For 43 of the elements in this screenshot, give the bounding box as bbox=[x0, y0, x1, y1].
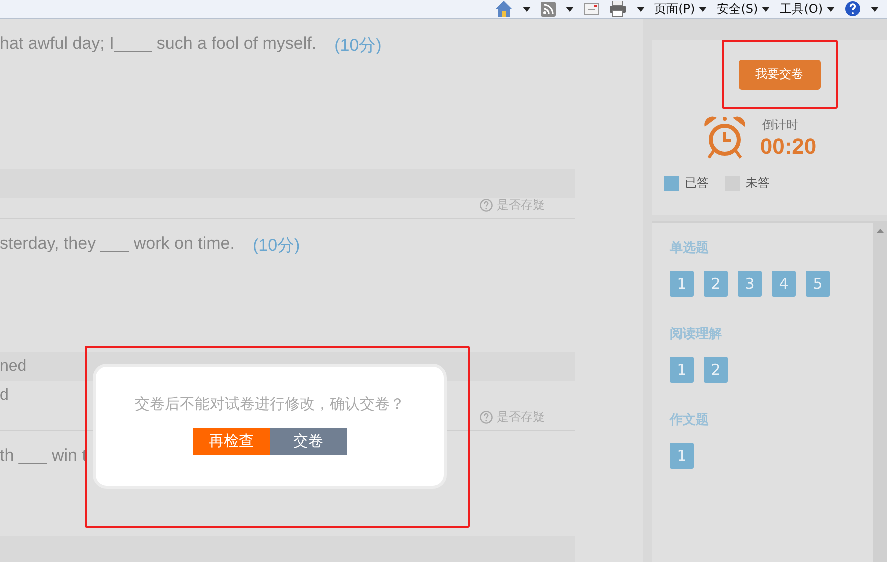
dialog-button[interactable]: 再检查 bbox=[193, 428, 270, 455]
caret-icon[interactable] bbox=[827, 6, 835, 12]
caret-icon[interactable] bbox=[762, 6, 770, 12]
question-score: (10分) bbox=[252, 235, 300, 257]
question-number-button[interactable]: 1 bbox=[670, 271, 694, 297]
section-title: 作文题 bbox=[670, 412, 710, 429]
toolbar-menu[interactable]: 工具(O) bbox=[780, 0, 835, 18]
help-icon[interactable] bbox=[845, 1, 861, 17]
feed-icon[interactable] bbox=[540, 2, 556, 16]
question-number-button[interactable]: 4 bbox=[772, 271, 796, 297]
section-title: 单选题 bbox=[670, 240, 710, 257]
option-text: ned bbox=[0, 358, 27, 376]
legend-label: 未答 bbox=[746, 175, 770, 192]
home-icon[interactable] bbox=[494, 0, 513, 18]
dialog-button[interactable]: 交卷 bbox=[270, 428, 347, 455]
question-number-button[interactable]: 3 bbox=[738, 271, 762, 297]
question-number-button[interactable]: 2 bbox=[704, 357, 728, 383]
question-number-button[interactable]: 1 bbox=[670, 357, 694, 383]
alarm-clock-icon bbox=[702, 115, 748, 161]
legend-label: 已答 bbox=[685, 175, 709, 192]
question-text: hat awful day; I____ such a fool of myself. bbox=[0, 34, 317, 55]
timer-value: 00:20 bbox=[760, 134, 817, 160]
submit-button[interactable]: 我要交卷 bbox=[738, 60, 820, 90]
caret-icon[interactable] bbox=[636, 6, 645, 12]
caret-icon[interactable] bbox=[699, 6, 708, 12]
mail-icon[interactable] bbox=[584, 3, 599, 15]
option-text: d bbox=[0, 387, 9, 405]
question-icon bbox=[480, 411, 493, 424]
timer-label: 倒计时 bbox=[762, 116, 798, 134]
caret-icon[interactable] bbox=[566, 6, 574, 12]
caret-icon[interactable] bbox=[522, 6, 531, 12]
printer-icon[interactable] bbox=[608, 1, 627, 17]
question-text: sterday, they ___ work on time. bbox=[0, 234, 235, 255]
question-number-button[interactable]: 5 bbox=[806, 271, 830, 297]
question-number-button[interactable]: 1 bbox=[670, 443, 694, 469]
toolbar-menu[interactable]: 安全(S) bbox=[717, 0, 770, 18]
dialog-message: 交卷后不能对试卷进行修改，确认交卷？ bbox=[135, 395, 405, 414]
caret-icon[interactable] bbox=[871, 6, 879, 12]
question-icon bbox=[480, 199, 493, 212]
section-title: 阅读理解 bbox=[670, 326, 723, 343]
toolbar-menu[interactable]: 页面(P) bbox=[654, 0, 708, 18]
question-number-button[interactable]: 2 bbox=[704, 271, 728, 297]
question-score: (10分) bbox=[334, 35, 382, 57]
